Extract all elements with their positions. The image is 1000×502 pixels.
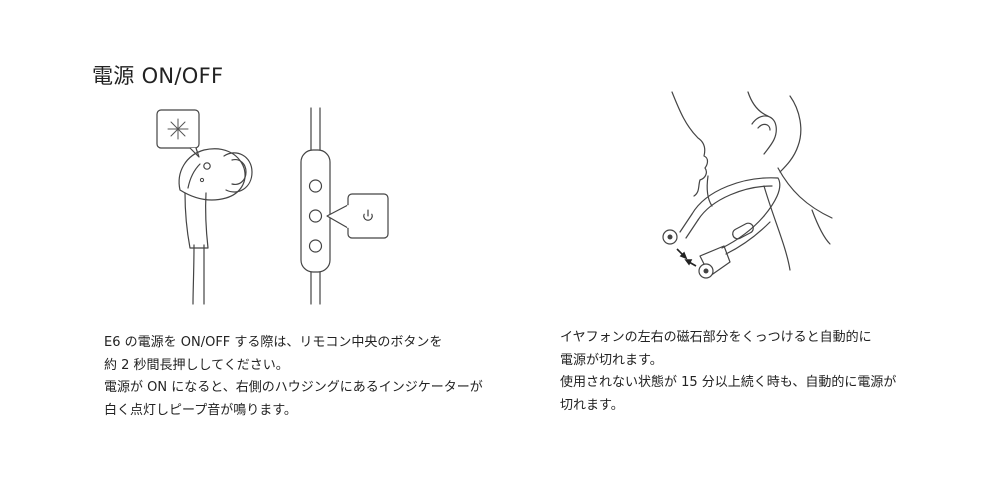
remote-power-illustration [300, 107, 389, 305]
text-line: 約 2 秒間長押ししてください。 [104, 357, 289, 373]
right-description: イヤフォンの左右の磁石部分をくっつけると自動的に 電源が切れます。 使用されない… [560, 327, 896, 417]
text-line: 電源が ON になると、右側のハウジングにあるインジケーターが [104, 380, 483, 395]
left-description: E6 の電源を ON/OFF する際は、リモコン中央のボタンを 約 2 秒間長押… [104, 332, 483, 422]
text-line: イヤフォンの左右の磁石部分をくっつけると自動的に [560, 330, 872, 345]
text-line: E6 の電源を ON/OFF する際は、リモコン中央のボタンを [104, 335, 443, 350]
neckband-magnet-illustration [662, 91, 833, 279]
text-line: 白く点灯しピープ音が鳴ります。 [104, 402, 297, 418]
text-line: 使用されない状態が 15 分以上続く時も、自動的に電源が [560, 375, 897, 390]
text-line: 切れます。 [560, 397, 624, 413]
indicator-light-icon [167, 118, 189, 140]
earphone-indicator-illustration [156, 109, 253, 305]
text-line: 電源が切れます。 [560, 352, 663, 368]
section-title: 電源 ON/OFF [92, 64, 224, 88]
